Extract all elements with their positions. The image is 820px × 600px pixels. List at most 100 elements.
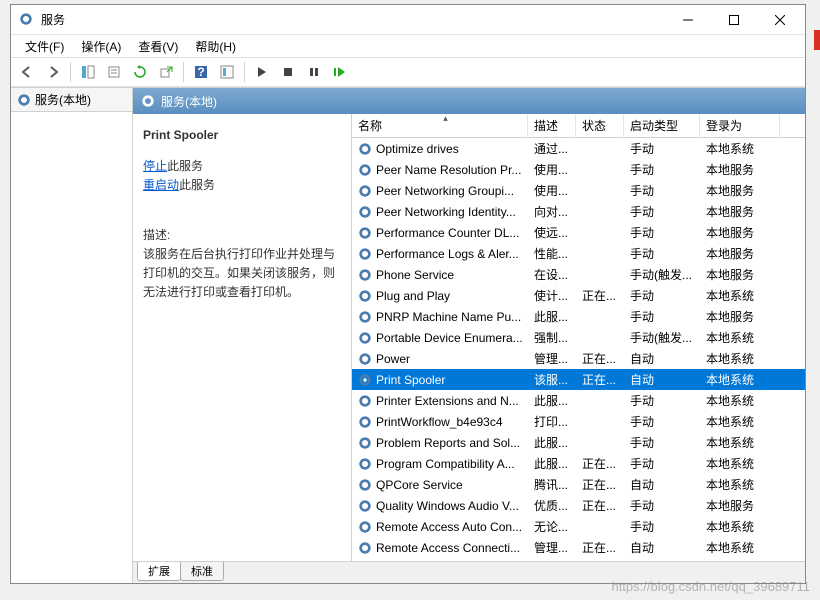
svc-start: 手动: [624, 161, 700, 178]
stop-service-button[interactable]: [276, 60, 300, 84]
stop-link[interactable]: 停止: [143, 159, 167, 173]
svc-desc: 管理...: [528, 539, 576, 556]
col-start[interactable]: 启动类型: [624, 114, 700, 138]
close-button[interactable]: [757, 6, 803, 34]
help-button[interactable]: ?: [189, 60, 213, 84]
service-row[interactable]: Problem Reports and Sol...此服...手动本地系统: [352, 432, 805, 453]
col-logon[interactable]: 登录为: [700, 114, 780, 138]
svc-desc: 通过...: [528, 140, 576, 157]
svc-name: Remote Access Connecti...: [376, 541, 520, 555]
minimize-button[interactable]: [665, 6, 711, 34]
service-row[interactable]: PrintWorkflow_b4e93c4打印...手动本地系统: [352, 411, 805, 432]
svc-desc: 该服...: [528, 371, 576, 388]
svc-name: Peer Networking Identity...: [376, 205, 516, 219]
svc-desc: 此服...: [528, 434, 576, 451]
svc-start: 手动: [624, 434, 700, 451]
sidebar-label: 服务(本地): [35, 91, 91, 108]
tab-extended[interactable]: 扩展: [137, 562, 181, 581]
service-row[interactable]: Performance Logs & Aler...性能...手动本地服务: [352, 243, 805, 264]
svc-logon: 本地系统: [700, 140, 780, 157]
service-gear-icon: [358, 289, 372, 303]
properties-button[interactable]: [102, 60, 126, 84]
service-row[interactable]: Remote Access Connecti...管理...正在...自动本地系…: [352, 537, 805, 558]
main-header-title: 服务(本地): [161, 93, 217, 110]
service-row[interactable]: Peer Networking Groupi...使用...手动本地服务: [352, 180, 805, 201]
col-name[interactable]: 名称▴: [352, 114, 528, 138]
service-row[interactable]: Printer Extensions and N...此服...手动本地系统: [352, 390, 805, 411]
svc-name: Printer Extensions and N...: [376, 394, 519, 408]
svc-name: Portable Device Enumera...: [376, 331, 523, 345]
svc-start: 手动: [624, 245, 700, 262]
maximize-button[interactable]: [711, 6, 757, 34]
service-row[interactable]: Peer Name Resolution Pr...使用...手动本地服务: [352, 159, 805, 180]
svc-desc: 此服...: [528, 392, 576, 409]
service-gear-icon: [358, 268, 372, 282]
forward-button[interactable]: [41, 60, 65, 84]
svc-logon: 本地服务: [700, 224, 780, 241]
svc-desc: 此服...: [528, 455, 576, 472]
service-row[interactable]: Remote Access Auto Con...无论...手动本地系统: [352, 516, 805, 537]
action-button[interactable]: [215, 60, 239, 84]
refresh-button[interactable]: [128, 60, 152, 84]
svc-name: Peer Name Resolution Pr...: [376, 163, 521, 177]
service-row[interactable]: Peer Networking Identity...向对...手动本地服务: [352, 201, 805, 222]
svc-start: 手动: [624, 455, 700, 472]
svc-start: 手动: [624, 497, 700, 514]
col-status[interactable]: 状态: [576, 114, 624, 138]
restart-link[interactable]: 重启动: [143, 178, 179, 192]
service-row[interactable]: Performance Counter DL...使远...手动本地服务: [352, 222, 805, 243]
service-row[interactable]: Power管理...正在...自动本地系统: [352, 348, 805, 369]
svc-desc: 无论...: [528, 518, 576, 535]
menu-action[interactable]: 操作(A): [73, 36, 129, 57]
svc-start: 手动: [624, 518, 700, 535]
svc-name: Optimize drives: [376, 142, 459, 156]
svc-start: 自动: [624, 539, 700, 556]
service-gear-icon: [358, 310, 372, 324]
services-window: 服务 文件(F) 操作(A) 查看(V) 帮助(H) ? 服务(本地): [10, 4, 806, 584]
service-gear-icon: [358, 247, 372, 261]
main-header: 服务(本地): [133, 88, 805, 114]
svc-name: Program Compatibility A...: [376, 457, 515, 471]
start-service-button[interactable]: [250, 60, 274, 84]
service-rows[interactable]: Optimize drives通过...手动本地系统Peer Name Reso…: [352, 138, 805, 561]
col-desc[interactable]: 描述: [528, 114, 576, 138]
svc-start: 自动: [624, 371, 700, 388]
svc-logon: 本地服务: [700, 161, 780, 178]
service-row[interactable]: Quality Windows Audio V...优质...正在...手动本地…: [352, 495, 805, 516]
service-row[interactable]: Print Spooler该服...正在...自动本地系统: [352, 369, 805, 390]
service-row[interactable]: Optimize drives通过...手动本地系统: [352, 138, 805, 159]
svc-name: Performance Counter DL...: [376, 226, 519, 240]
titlebar: 服务: [11, 5, 805, 35]
sidebar-services-local[interactable]: 服务(本地): [11, 88, 132, 112]
svc-desc: 管理...: [528, 350, 576, 367]
svc-logon: 本地服务: [700, 203, 780, 220]
svc-start: 手动: [624, 203, 700, 220]
svc-logon: 本地系统: [700, 476, 780, 493]
service-row[interactable]: QPCore Service腾讯...正在...自动本地系统: [352, 474, 805, 495]
show-hide-tree-button[interactable]: [76, 60, 100, 84]
service-gear-icon: [358, 394, 372, 408]
menu-file[interactable]: 文件(F): [17, 36, 72, 57]
service-row[interactable]: PNRP Machine Name Pu...此服...手动本地服务: [352, 306, 805, 327]
pause-service-button[interactable]: [302, 60, 326, 84]
service-row[interactable]: Phone Service在设...手动(触发...本地服务: [352, 264, 805, 285]
service-list: 名称▴ 描述 状态 启动类型 登录为 Optimize drives 通过... 手…: [351, 114, 805, 561]
detail-pane: Print Spooler 停止此服务 重启动此服务 描述: 该服务在后台执行打…: [133, 114, 351, 561]
svc-logon: 本地系统: [700, 539, 780, 556]
service-row[interactable]: Plug and Play使计...正在...手动本地系统: [352, 285, 805, 306]
export-button[interactable]: [154, 60, 178, 84]
svc-name: Quality Windows Audio V...: [376, 499, 519, 513]
service-row[interactable]: Program Compatibility A...此服...正在...手动本地…: [352, 453, 805, 474]
menu-help[interactable]: 帮助(H): [187, 36, 244, 57]
menu-view[interactable]: 查看(V): [130, 36, 186, 57]
svc-name: Power: [376, 352, 410, 366]
restart-service-button[interactable]: [328, 60, 352, 84]
svc-name: Print Spooler: [376, 373, 445, 387]
tab-standard[interactable]: 标准: [180, 562, 224, 581]
svc-logon: 本地服务: [700, 266, 780, 283]
service-name-heading: Print Spooler: [143, 126, 341, 145]
sort-asc-icon: ▴: [358, 114, 528, 124]
back-button[interactable]: [15, 60, 39, 84]
service-row[interactable]: Portable Device Enumera...强制...手动(触发...本…: [352, 327, 805, 348]
svc-logon: 本地系统: [700, 518, 780, 535]
